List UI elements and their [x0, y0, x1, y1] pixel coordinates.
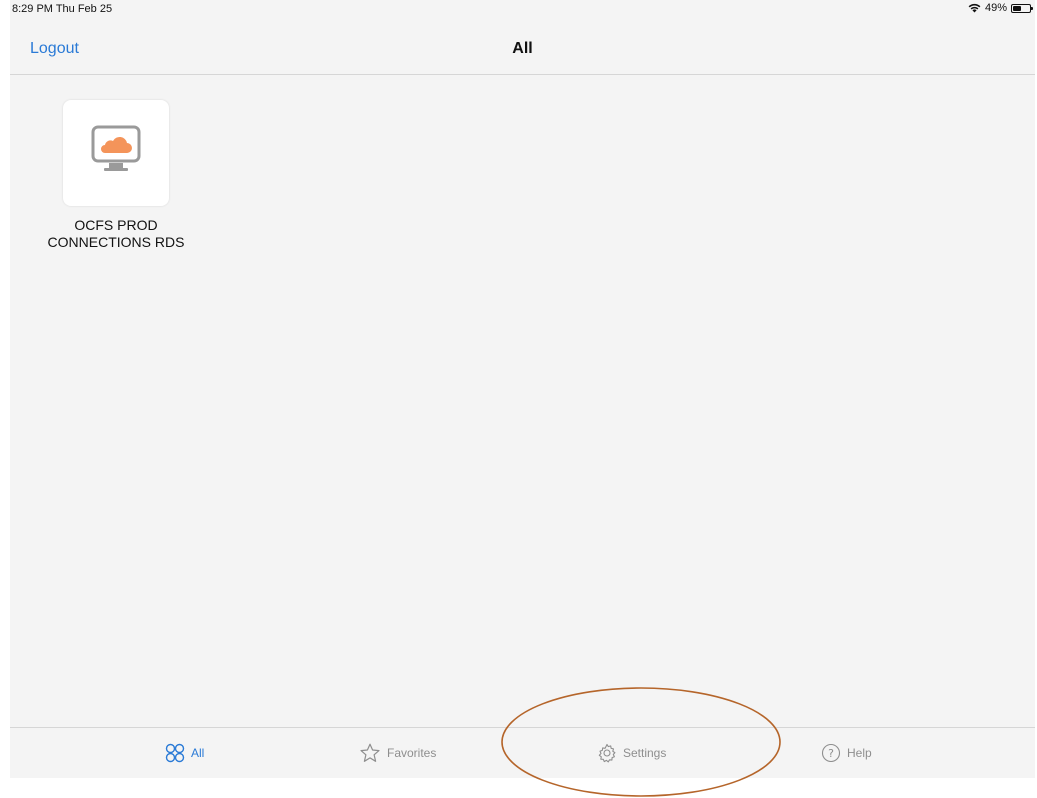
star-icon	[359, 743, 381, 763]
tab-favorites-label: Favorites	[387, 746, 437, 760]
status-right: 49%	[968, 2, 1033, 14]
tab-favorites[interactable]: Favorites	[359, 743, 436, 763]
desktop-cloud-icon	[85, 123, 147, 184]
tab-help[interactable]: ? Help	[821, 743, 872, 763]
svg-text:?: ?	[828, 747, 834, 760]
tab-settings[interactable]: Settings	[597, 743, 666, 763]
page-title: All	[512, 40, 533, 57]
help-circle-icon: ?	[821, 743, 841, 763]
wifi-icon	[968, 3, 981, 13]
status-bar: 8:29 PM Thu Feb 25 49%	[10, 0, 1035, 18]
battery-fill	[1013, 5, 1021, 11]
navigation-bar: Logout All	[10, 18, 1035, 75]
app-tile-label: OCFS PROD CONNECTIONS RDS	[46, 217, 186, 251]
gear-icon	[597, 743, 617, 763]
tab-all-label: All	[191, 746, 205, 760]
battery-nub	[1031, 6, 1033, 10]
status-time: 8:29 PM Thu Feb 25	[12, 3, 113, 15]
app-tile-label-line2: CONNECTIONS RDS	[47, 234, 185, 250]
battery-icon	[1011, 3, 1033, 13]
app-tile-icon-box[interactable]	[63, 100, 169, 206]
app-tile-ocfs-prod-connections-rds[interactable]: OCFS PROD CONNECTIONS RDS	[46, 100, 186, 251]
tab-help-label: Help	[847, 746, 872, 760]
app-screen: 8:29 PM Thu Feb 25 49% Logout All OCFS P…	[10, 0, 1035, 778]
tab-bar: All Favorites Settings ? Help	[10, 727, 1035, 778]
grid-circles-icon	[165, 743, 185, 763]
app-tile-label-line1: OCFS PROD	[74, 217, 158, 233]
tab-all[interactable]: All	[165, 743, 204, 763]
battery-percent: 49%	[984, 2, 1007, 14]
tab-settings-label: Settings	[623, 746, 667, 760]
